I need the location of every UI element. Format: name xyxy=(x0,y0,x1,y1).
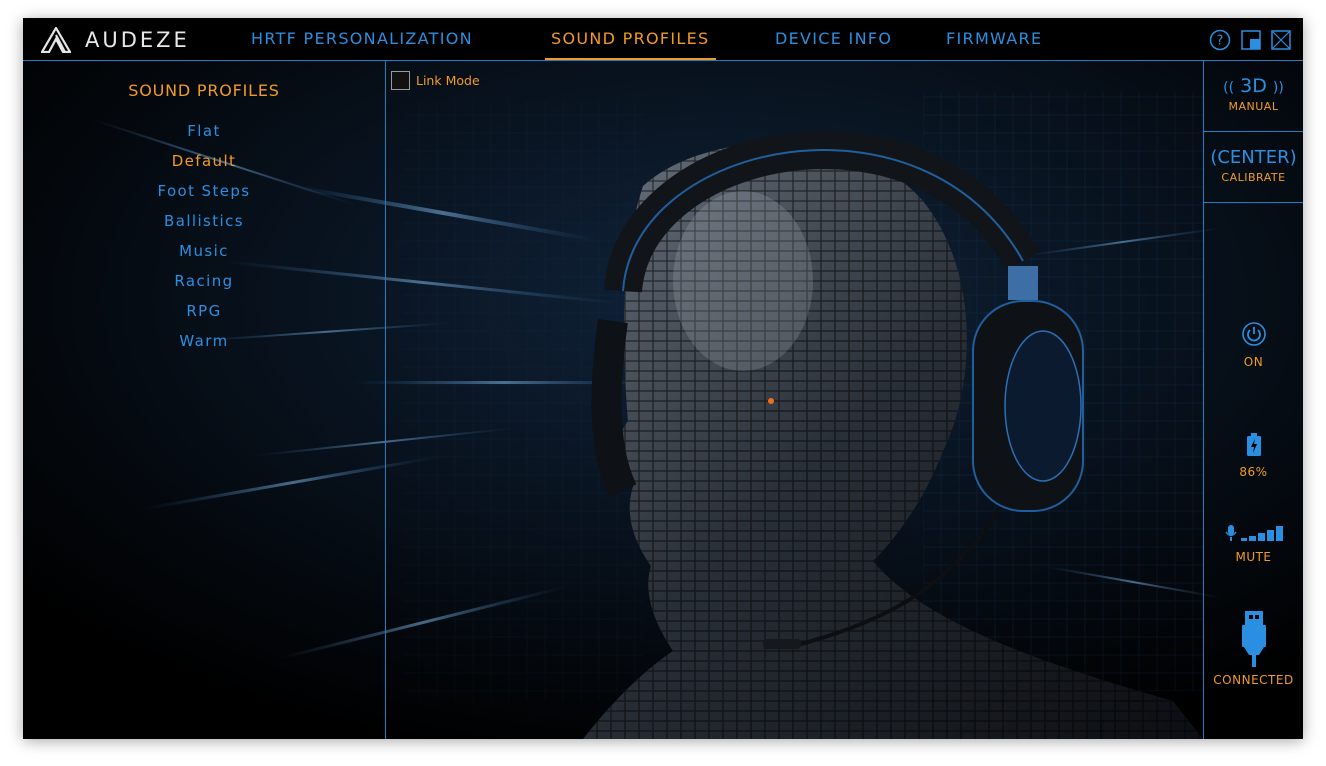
divider xyxy=(1204,202,1303,203)
profile-music[interactable]: Music xyxy=(23,236,385,266)
audeze-logo-icon xyxy=(41,27,71,53)
mic-level-icon xyxy=(1224,525,1283,541)
device-status-panel: (( 3D )) MANUAL (CENTER) CALIBRATE ON 86… xyxy=(1203,61,1303,739)
tab-device-info[interactable]: DEVICE INFO xyxy=(775,18,892,60)
battery-label: 86% xyxy=(1239,465,1268,479)
window-controls: ? xyxy=(1209,29,1291,55)
audeze-logo: AUDEZE xyxy=(41,27,190,53)
battery-status: 86% xyxy=(1204,433,1303,479)
link-mode-checkbox[interactable] xyxy=(391,71,410,90)
power-icon xyxy=(1241,322,1266,346)
mic-status[interactable]: MUTE xyxy=(1204,524,1303,564)
close-icon[interactable] xyxy=(1271,30,1291,54)
power-label: ON xyxy=(1243,355,1264,369)
power-status[interactable]: ON xyxy=(1204,321,1303,369)
center-calibrate-button[interactable]: (CENTER) CALIBRATE xyxy=(1204,147,1303,184)
brand-name: AUDEZE xyxy=(85,28,190,52)
mode-3d-button[interactable]: (( 3D )) MANUAL xyxy=(1204,75,1303,113)
mode-3d-label: MANUAL xyxy=(1228,100,1279,113)
top-nav-bar: AUDEZE HRTF PERSONALIZATION SOUND PROFIL… xyxy=(23,18,1303,61)
link-mode-label: Link Mode xyxy=(416,73,480,88)
svg-text:?: ? xyxy=(1217,34,1224,49)
sound-profiles-title: SOUND PROFILES xyxy=(128,81,280,100)
usb-label: CONNECTED xyxy=(1213,673,1294,687)
usb-icon xyxy=(1241,611,1266,667)
profile-default[interactable]: Default xyxy=(23,146,385,176)
tab-sound-profiles[interactable]: SOUND PROFILES xyxy=(545,18,715,60)
link-mode-toggle[interactable]: Link Mode xyxy=(391,71,480,90)
mic-label: MUTE xyxy=(1235,550,1272,564)
minimize-icon[interactable] xyxy=(1241,30,1261,54)
center-value: (CENTER) xyxy=(1210,147,1297,168)
sound-profiles-list: Flat Default Foot Steps Ballistics Music… xyxy=(23,116,385,356)
sound-profiles-panel: SOUND PROFILES Flat Default Foot Steps B… xyxy=(23,61,386,739)
usb-status: CONNECTED xyxy=(1204,611,1303,687)
profile-warm[interactable]: Warm xyxy=(23,326,385,356)
profile-flat[interactable]: Flat xyxy=(23,116,385,146)
profile-foot-steps[interactable]: Foot Steps xyxy=(23,176,385,206)
battery-charging-icon xyxy=(1246,433,1261,456)
tab-hrtf-personalization[interactable]: HRTF PERSONALIZATION xyxy=(251,18,473,60)
profile-rpg[interactable]: RPG xyxy=(23,296,385,326)
tab-firmware[interactable]: FIRMWARE xyxy=(946,18,1042,60)
profile-ballistics[interactable]: Ballistics xyxy=(23,206,385,236)
app-window: AUDEZE HRTF PERSONALIZATION SOUND PROFIL… xyxy=(23,18,1303,739)
main-view: Link Mode xyxy=(386,61,1203,739)
help-icon[interactable]: ? xyxy=(1209,29,1231,55)
profile-racing[interactable]: Racing xyxy=(23,266,385,296)
mode-3d-value: (( 3D )) xyxy=(1223,75,1284,97)
divider xyxy=(1204,131,1303,132)
calibrate-label: CALIBRATE xyxy=(1221,171,1286,184)
